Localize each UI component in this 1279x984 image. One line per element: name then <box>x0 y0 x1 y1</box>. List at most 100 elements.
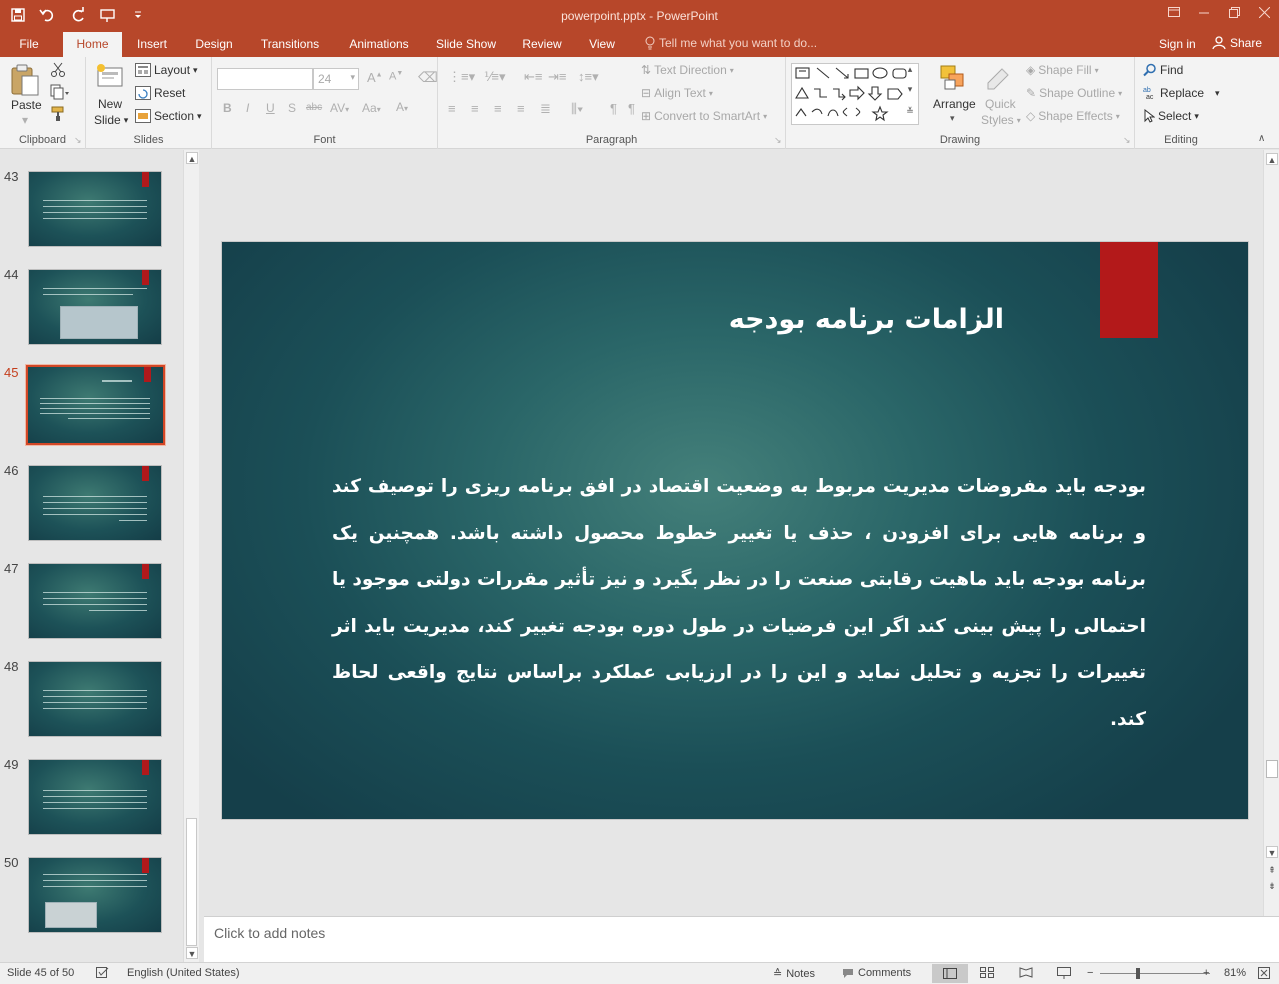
sign-in-link[interactable]: Sign in <box>1159 37 1196 51</box>
tab-design[interactable]: Design <box>186 32 242 57</box>
thumbnail-slide-43[interactable]: 43 <box>0 169 182 259</box>
gallery-more-icon[interactable]: ≚ <box>904 105 916 117</box>
tell-me-box[interactable]: Tell me what you want to do... <box>645 36 817 50</box>
close-icon[interactable] <box>1249 0 1279 24</box>
new-slide-icon[interactable] <box>95 62 125 95</box>
notes-button[interactable]: ≙ Notes <box>773 967 815 981</box>
italic-icon[interactable]: I <box>246 101 249 115</box>
comments-button[interactable]: Comments <box>842 967 911 979</box>
font-size-combobox[interactable]: 24 ▾ <box>313 68 359 90</box>
paste-dropdown-icon[interactable]: ▾ <box>22 113 28 127</box>
format-painter-icon[interactable] <box>50 106 66 125</box>
text-direction-button[interactable]: ⇅ Text Direction ▾ <box>641 63 734 77</box>
quick-styles-label-1[interactable]: Quick <box>985 97 1016 111</box>
scroll-up-icon[interactable]: ▲ <box>186 152 198 164</box>
scroll-up-icon[interactable]: ▲ <box>1266 153 1278 165</box>
slide-body-text[interactable]: بودجه باید مفروضات مدیریت مربوط به وضعیت… <box>332 464 1146 743</box>
clear-formatting-icon[interactable]: ⌫ <box>418 69 438 86</box>
dialog-launcher-icon[interactable]: ↘ <box>1123 135 1131 146</box>
shape-fill-button[interactable]: ◈ Shape Fill ▾ <box>1026 63 1099 77</box>
align-text-button[interactable]: ⊟ Align Text ▾ <box>641 86 713 100</box>
font-name-combobox[interactable] <box>217 68 313 90</box>
thumbnail-slide-45[interactable]: 45 <box>0 364 182 455</box>
slide-title[interactable]: الزامات برنامه بودجه <box>642 304 1004 335</box>
previous-slide-icon[interactable]: ⇞ <box>1266 864 1278 876</box>
editor-scrollbar[interactable]: ▲ ▼ ⇞ ⇟ <box>1263 150 1279 916</box>
dialog-launcher-icon[interactable]: ↘ <box>74 135 82 146</box>
zoom-level[interactable]: 81% <box>1224 967 1246 979</box>
gallery-up-icon[interactable]: ▴ <box>904 63 916 75</box>
dialog-launcher-icon[interactable]: ↘ <box>774 135 782 146</box>
numbering-icon[interactable]: ⅟≡▾ <box>484 69 506 85</box>
paste-icon[interactable] <box>9 63 41 100</box>
reading-view-icon[interactable] <box>1019 967 1033 978</box>
justify-icon[interactable]: ≡ <box>517 101 525 116</box>
align-right-icon[interactable]: ≡ <box>494 101 502 116</box>
font-color-icon[interactable]: A▾ <box>396 100 408 114</box>
collapse-ribbon-icon[interactable]: ∧ <box>1258 133 1265 144</box>
thumbnail-slide-44[interactable]: 44 <box>0 267 182 357</box>
thumbnail-slide-46[interactable]: 46 <box>0 463 182 553</box>
minimize-icon[interactable] <box>1189 0 1219 24</box>
thumbnail-slide-49[interactable]: 49 <box>0 757 182 847</box>
rtl-icon[interactable]: ¶ <box>610 101 617 116</box>
ltr-icon[interactable]: ¶ <box>628 101 635 116</box>
decrease-font-icon[interactable]: A▼ <box>389 70 403 83</box>
bold-icon[interactable]: B <box>223 101 232 115</box>
bullets-icon[interactable]: ⋮≡▾ <box>448 69 475 85</box>
convert-smartart-button[interactable]: ⊞ Convert to SmartArt ▾ <box>641 109 767 123</box>
thumbnail-slide-50[interactable]: 50 <box>0 855 182 945</box>
section-button[interactable]: Section ▾ <box>135 109 202 123</box>
increase-font-icon[interactable]: A▲ <box>367 70 383 85</box>
zoom-out-icon[interactable]: − <box>1087 967 1093 979</box>
change-case-icon[interactable]: Aa▾ <box>362 101 381 115</box>
distributed-icon[interactable]: ≣ <box>540 101 551 117</box>
thumbnail-slide-47[interactable]: 47 <box>0 561 182 651</box>
thumbnails-scrollbar[interactable]: ▲ ▼ <box>183 150 199 962</box>
zoom-slider[interactable] <box>1100 973 1210 974</box>
new-slide-label-1[interactable]: New <box>98 97 122 111</box>
underline-icon[interactable]: U <box>266 101 275 115</box>
reset-button[interactable]: Reset <box>135 86 185 100</box>
current-slide[interactable]: الزامات برنامه بودجه بودجه باید مفروضات … <box>221 241 1249 820</box>
language-indicator[interactable]: English (United States) <box>127 967 240 979</box>
fit-to-window-icon[interactable] <box>1258 967 1270 979</box>
tab-file[interactable]: File <box>6 32 52 57</box>
decrease-indent-icon[interactable]: ⇤≡ <box>524 69 542 85</box>
character-spacing-icon[interactable]: AV▾ <box>330 101 349 115</box>
tab-home[interactable]: Home <box>63 32 122 57</box>
tab-insert[interactable]: Insert <box>126 32 178 57</box>
tab-transitions[interactable]: Transitions <box>250 32 330 57</box>
tab-animations[interactable]: Animations <box>337 32 421 57</box>
find-button[interactable]: Find <box>1143 63 1183 77</box>
scroll-down-icon[interactable]: ▼ <box>1266 846 1278 858</box>
quick-styles-icon[interactable] <box>984 63 1014 96</box>
spelling-icon[interactable] <box>96 967 110 979</box>
shape-effects-button[interactable]: ◇ Shape Effects ▾ <box>1026 109 1120 123</box>
shapes-gallery[interactable] <box>791 63 919 125</box>
tab-view[interactable]: View <box>580 32 624 57</box>
scrollbar-thumb[interactable] <box>1266 760 1278 778</box>
tab-slide-show[interactable]: Slide Show <box>428 32 504 57</box>
zoom-in-icon[interactable]: + <box>1203 967 1209 979</box>
thumbnail-slide-48[interactable]: 48 <box>0 659 182 749</box>
strikethrough-icon[interactable]: abc <box>306 102 322 113</box>
layout-button[interactable]: Layout ▾ <box>135 63 198 77</box>
align-left-icon[interactable]: ≡ <box>448 101 456 116</box>
slide-sorter-icon[interactable] <box>980 967 994 978</box>
align-center-icon[interactable]: ≡ <box>471 101 479 116</box>
ribbon-display-icon[interactable] <box>1159 0 1189 24</box>
slide-show-icon[interactable] <box>1057 967 1071 979</box>
share-button[interactable]: Share <box>1212 36 1262 50</box>
increase-indent-icon[interactable]: ⇥≡ <box>548 69 566 85</box>
text-shadow-icon[interactable]: S <box>288 101 296 115</box>
gallery-down-icon[interactable]: ▾ <box>904 83 916 95</box>
restore-icon[interactable] <box>1219 0 1249 24</box>
arrange-button[interactable]: Arrange <box>933 97 976 111</box>
quick-styles-button[interactable]: Styles ▾ <box>981 113 1021 127</box>
next-slide-icon[interactable]: ⇟ <box>1266 880 1278 892</box>
cut-icon[interactable] <box>50 62 66 81</box>
paste-button[interactable]: Paste <box>11 98 42 112</box>
scroll-down-icon[interactable]: ▼ <box>186 947 198 959</box>
scrollbar-thumb[interactable] <box>186 818 197 946</box>
